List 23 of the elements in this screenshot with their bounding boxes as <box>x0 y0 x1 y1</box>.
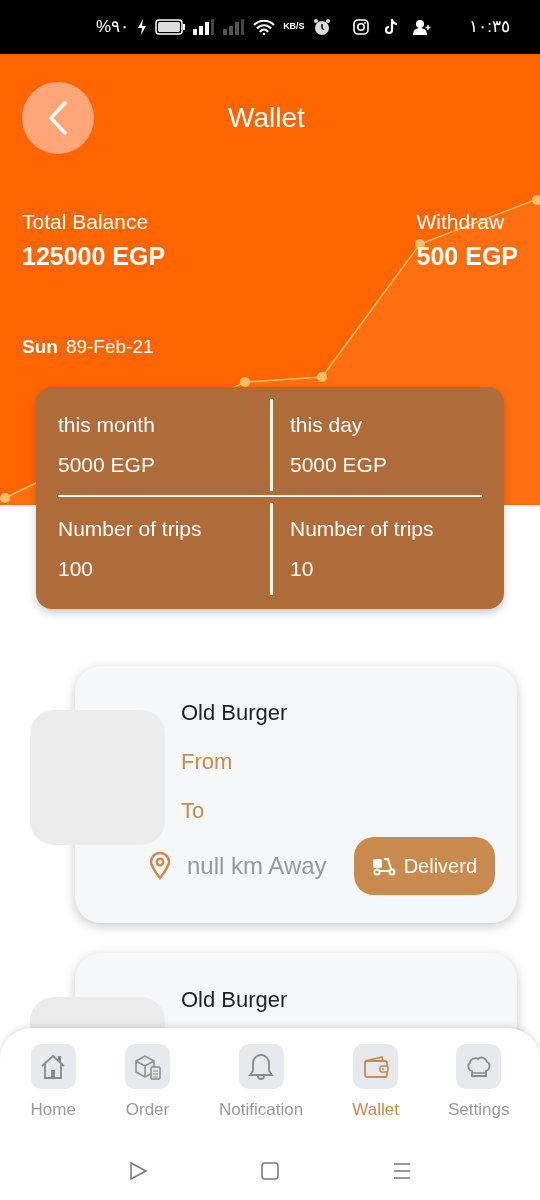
battery-percent: %٩٠ <box>96 16 130 39</box>
to-label: To <box>181 796 206 825</box>
stat-value: 5000 EGP <box>290 451 388 478</box>
restaurant-name: Old Burger <box>181 985 289 1014</box>
stat-value: 10 <box>290 555 315 582</box>
page-title: Wallet <box>228 101 305 135</box>
date-text: 89-Feb-21 <box>65 335 154 359</box>
day-label: Sun <box>22 335 58 359</box>
stat-label: this month <box>58 412 156 438</box>
distance-text: null km Away <box>187 850 327 881</box>
balance-value: 125000 EGP <box>22 240 166 272</box>
stat-label: Number of trips <box>290 515 435 542</box>
withdraw-label: Withdraw <box>416 209 506 235</box>
clock: ١٠:٣٥ <box>469 16 510 39</box>
from-label: From <box>181 747 234 776</box>
stat-label: Number of trips <box>58 515 203 542</box>
stat-label: this day <box>290 412 364 438</box>
network-speed: KB/S <box>283 20 305 34</box>
stat-value: 100 <box>58 555 95 582</box>
withdraw-value: 500 EGP <box>416 240 518 272</box>
restaurant-name: Old Burger <box>181 698 289 727</box>
stat-value: 5000 EGP <box>58 451 156 478</box>
balance-label: Total Balance <box>22 209 150 235</box>
